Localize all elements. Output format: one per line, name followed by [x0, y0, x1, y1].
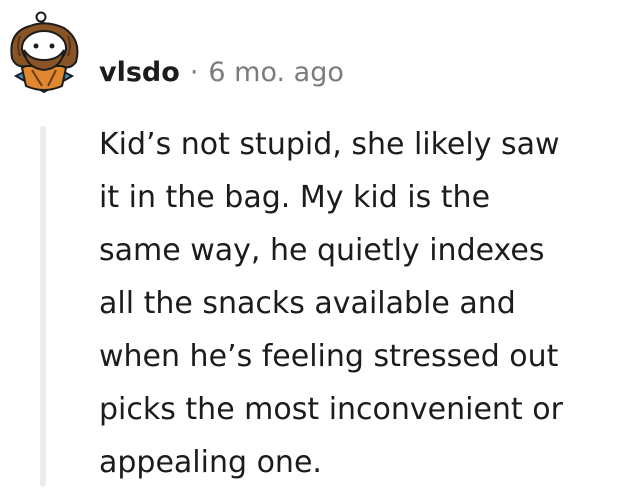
avatar[interactable]	[2, 10, 86, 96]
thread-line[interactable]	[40, 126, 46, 487]
meta-separator: ·	[189, 57, 199, 88]
comment-meta: vlsdo · 6 mo. ago	[99, 55, 344, 91]
comment-body: Kid’s not stupid, she likely saw it in t…	[99, 127, 563, 480]
author-link[interactable]: vlsdo	[99, 55, 180, 91]
snoo-avatar-icon	[10, 11, 79, 94]
comment: vlsdo · 6 mo. ago Kid’s not stupid, she …	[0, 0, 644, 487]
comment-timestamp[interactable]: 6 mo. ago	[208, 55, 343, 91]
